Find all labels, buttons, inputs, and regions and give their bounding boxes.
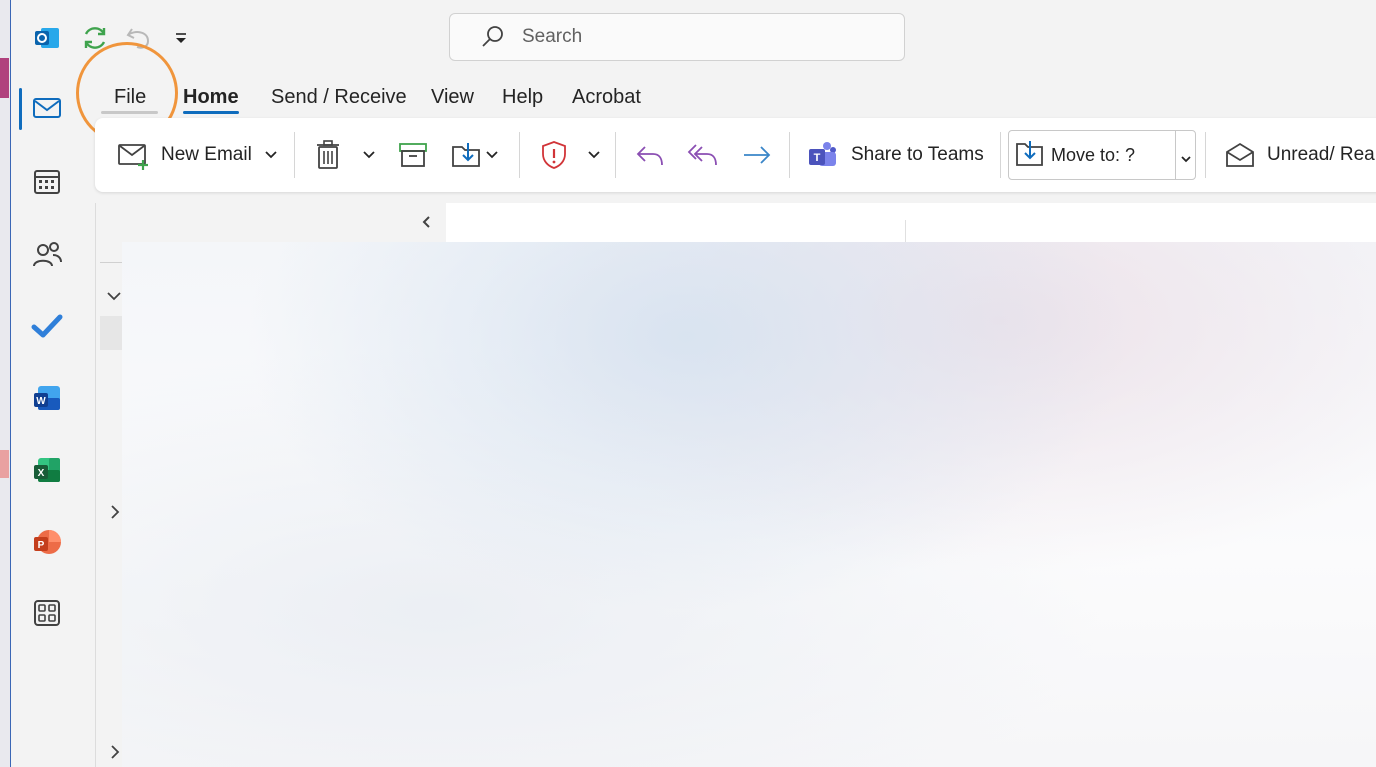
- reply-icon[interactable]: [635, 118, 665, 192]
- window-edge: [0, 0, 11, 767]
- report-icon[interactable]: [540, 118, 568, 192]
- tab-view[interactable]: View: [431, 86, 474, 109]
- ribbon: New Email T Share to Teams Move to: ? Un…: [95, 118, 1376, 192]
- ribbon-separator: [789, 132, 790, 178]
- svg-text:P: P: [38, 540, 45, 551]
- delete-icon[interactable]: [315, 118, 341, 192]
- excel-icon[interactable]: X: [27, 450, 67, 490]
- share-to-teams-button[interactable]: T Share to Teams: [807, 118, 984, 192]
- ribbon-separator: [1205, 132, 1206, 178]
- chevron-right-icon[interactable]: [106, 742, 124, 762]
- blurred-content: [122, 242, 1376, 767]
- background-window-sliver: [0, 450, 9, 478]
- report-dropdown-icon[interactable]: [588, 118, 600, 192]
- customize-toolbar-icon[interactable]: [174, 20, 188, 56]
- envelope-open-icon: [1225, 141, 1255, 169]
- chevron-right-icon[interactable]: [106, 502, 124, 522]
- tab-send-receive[interactable]: Send / Receive: [271, 86, 407, 109]
- new-email-button[interactable]: New Email: [117, 118, 252, 192]
- reply-all-icon[interactable]: [687, 118, 719, 192]
- svg-text:T: T: [814, 152, 821, 164]
- pane-border: [95, 203, 96, 767]
- ribbon-separator: [294, 132, 295, 178]
- ribbon-separator: [519, 132, 520, 178]
- search-placeholder: Search: [522, 26, 583, 47]
- ribbon-separator: [615, 132, 616, 178]
- ribbon-separator: [1000, 132, 1001, 178]
- background-window-sliver: [0, 58, 9, 98]
- move-dropdown-icon[interactable]: [486, 118, 498, 192]
- active-indicator: [19, 88, 22, 130]
- new-email-icon: [117, 140, 151, 170]
- tab-home[interactable]: Home: [183, 86, 239, 109]
- apps-icon[interactable]: [27, 593, 67, 633]
- search-input[interactable]: Search: [449, 13, 905, 61]
- unread-read-button[interactable]: Unread/ Rea: [1225, 118, 1375, 192]
- move-to-dropdown-icon[interactable]: [1181, 151, 1191, 169]
- mail-icon[interactable]: [27, 88, 67, 128]
- calendar-icon[interactable]: [27, 161, 67, 201]
- svg-text:X: X: [38, 468, 45, 479]
- svg-text:W: W: [36, 396, 46, 407]
- tab-help[interactable]: Help: [502, 86, 543, 109]
- move-to-icon: [1015, 140, 1045, 173]
- unread-read-label: Unread/ Rea: [1267, 144, 1375, 165]
- new-email-label: New Email: [161, 144, 252, 165]
- move-to-quickstep[interactable]: Move to: ?: [1008, 130, 1196, 180]
- collapse-folder-pane-icon[interactable]: [418, 212, 434, 232]
- powerpoint-icon[interactable]: P: [27, 522, 67, 562]
- selected-folder-highlight: [100, 316, 122, 350]
- home-tab-underline: [183, 111, 239, 114]
- folder-divider: [100, 262, 122, 263]
- outlook-logo-icon: [27, 18, 67, 58]
- move-to-divider: [1175, 131, 1176, 179]
- people-icon[interactable]: [27, 234, 67, 274]
- share-to-teams-label: Share to Teams: [851, 144, 984, 165]
- search-icon: [480, 25, 504, 49]
- archive-icon[interactable]: [398, 118, 428, 192]
- move-folder-icon[interactable]: [451, 118, 483, 192]
- word-icon[interactable]: W: [27, 378, 67, 418]
- move-to-label: Move to: ?: [1051, 145, 1136, 165]
- tab-acrobat[interactable]: Acrobat: [572, 86, 641, 109]
- forward-icon[interactable]: [742, 118, 772, 192]
- delete-dropdown-icon[interactable]: [363, 118, 375, 192]
- chevron-down-icon[interactable]: [104, 287, 124, 305]
- new-email-dropdown-icon[interactable]: [265, 118, 277, 192]
- teams-icon: T: [807, 140, 837, 170]
- todo-icon[interactable]: [27, 306, 67, 346]
